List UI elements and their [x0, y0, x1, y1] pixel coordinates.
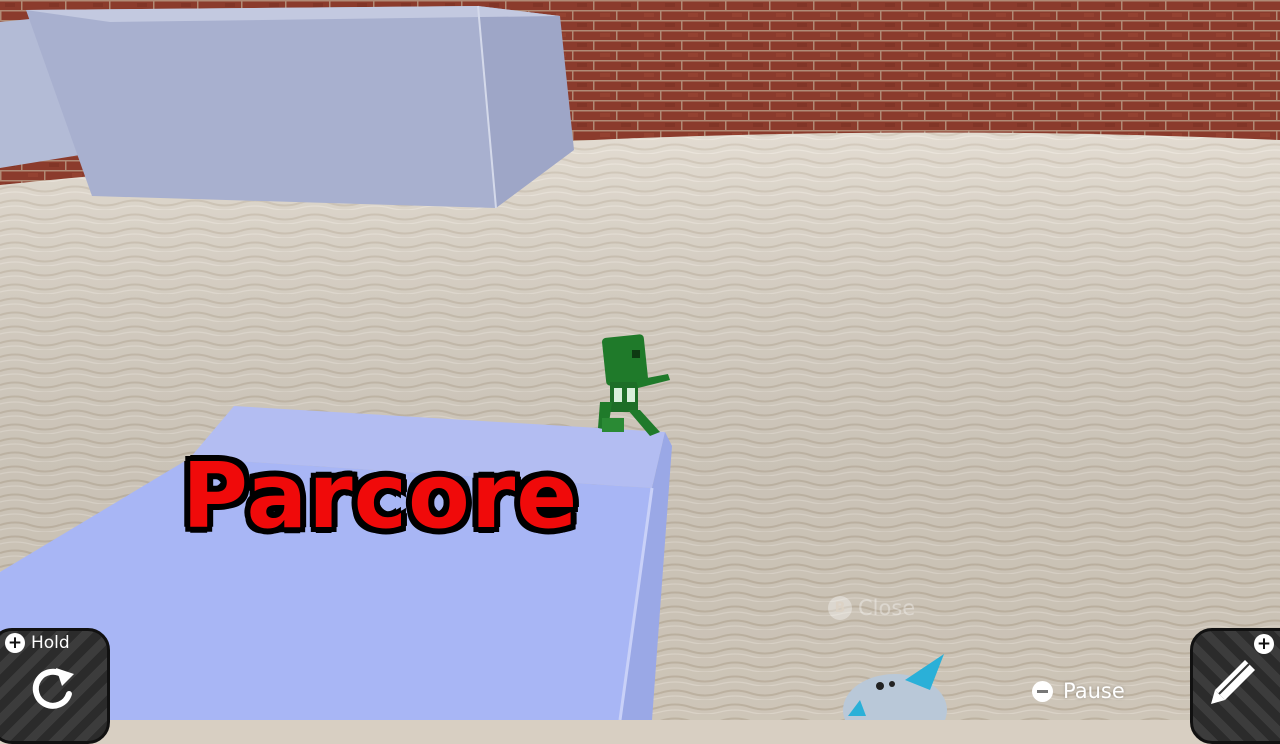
minus-icon [1032, 680, 1053, 702]
hold-control[interactable]: + Hold [5, 633, 70, 653]
game-title: Parcore [182, 444, 579, 549]
game-scene [0, 0, 1280, 720]
close-label: Close [858, 596, 916, 620]
pause-control[interactable]: Pause [1032, 679, 1125, 703]
plus-icon: + [5, 633, 25, 653]
pause-label: Pause [1063, 679, 1125, 703]
hold-label: Hold [31, 633, 70, 653]
pencil-icon[interactable] [1207, 656, 1259, 708]
close-hint[interactable]: B Close [828, 596, 915, 620]
b-button-icon: B [828, 596, 852, 620]
rotate-icon[interactable] [26, 664, 78, 712]
floating-block-main-front [26, 6, 496, 208]
plus-icon: + [1254, 634, 1274, 654]
